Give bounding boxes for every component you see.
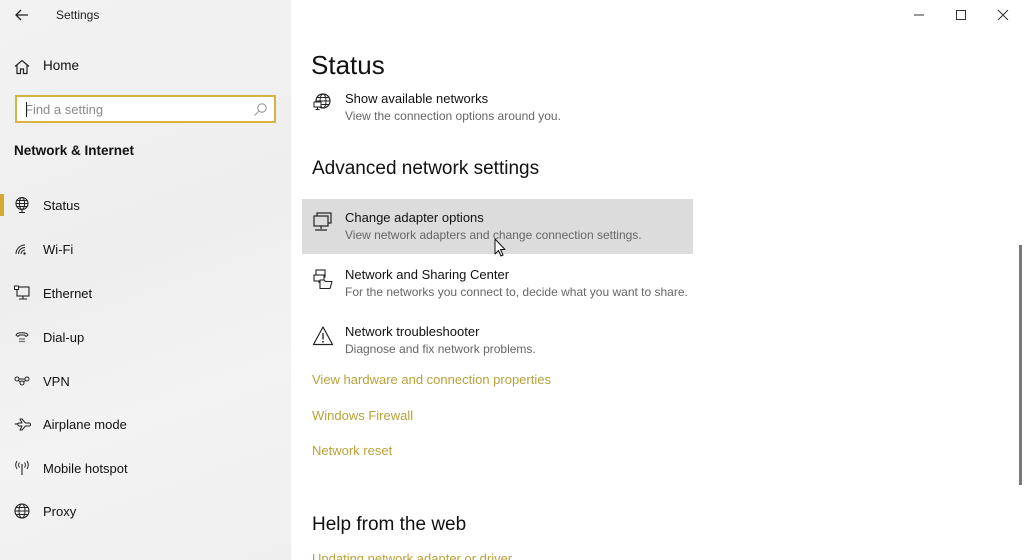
sidebar-item-ethernet[interactable]: Ethernet xyxy=(0,280,291,316)
sidebar-item-label: Airplane mode xyxy=(43,417,127,432)
network-and-sharing-center[interactable]: Network and Sharing Center For the netwo… xyxy=(302,256,693,311)
minimize-button[interactable] xyxy=(898,0,940,30)
item-title: Network and Sharing Center xyxy=(345,267,510,282)
item-subtitle: View network adapters and change connect… xyxy=(345,228,642,242)
search-icon[interactable] xyxy=(253,102,268,117)
selected-indicator xyxy=(0,194,4,216)
window-controls xyxy=(898,0,1024,30)
page-title: Status xyxy=(311,50,385,80)
sidebar-item-dialup[interactable]: Dial-up xyxy=(0,324,291,360)
main-content: Status Show available networks View the … xyxy=(291,0,1024,560)
airplane-icon xyxy=(14,418,31,431)
network-troubleshooter[interactable]: Network troubleshooter Diagnose and fix … xyxy=(302,313,693,368)
wifi-icon xyxy=(15,244,26,255)
item-subtitle: For the networks you connect to, decide … xyxy=(345,285,688,299)
sidebar: Settings Home Network & Internet Status xyxy=(0,0,291,560)
network-reset-link[interactable]: Network reset xyxy=(312,443,392,458)
item-subtitle: View the connection options around you. xyxy=(345,109,561,123)
titlebar-left: Settings xyxy=(0,0,291,30)
ethernet-icon xyxy=(14,285,30,300)
sidebar-item-label: Proxy xyxy=(43,504,77,519)
back-arrow-icon xyxy=(15,9,28,21)
sidebar-item-label: Wi-Fi xyxy=(43,242,74,257)
help-link-update-adapter[interactable]: Updating network adapter or driver xyxy=(312,551,512,560)
home-icon xyxy=(14,59,30,75)
close-button[interactable] xyxy=(982,0,1024,30)
status-globe-icon xyxy=(15,196,29,214)
item-subtitle: Diagnose and fix network problems. xyxy=(345,342,536,356)
warning-icon xyxy=(312,326,334,346)
close-icon xyxy=(997,9,1009,21)
sidebar-item-mobile-hotspot[interactable]: Mobile hotspot xyxy=(0,455,291,491)
sidebar-item-wifi[interactable]: Wi-Fi xyxy=(0,236,291,272)
advanced-network-settings-heading: Advanced network settings xyxy=(312,158,540,179)
windows-firewall-link[interactable]: Windows Firewall xyxy=(312,408,413,423)
change-adapter-options[interactable]: Change adapter options View network adap… xyxy=(302,199,693,254)
sidebar-item-label: Ethernet xyxy=(43,286,93,301)
item-title: Network troubleshooter xyxy=(345,324,480,339)
app-title: Settings xyxy=(56,8,100,22)
sharing-center-icon xyxy=(313,269,333,290)
hotspot-icon xyxy=(15,460,29,475)
maximize-icon xyxy=(956,10,966,20)
globe-icon xyxy=(14,503,30,519)
sidebar-item-airplane-mode[interactable]: Airplane mode xyxy=(0,411,291,447)
sidebar-item-status[interactable]: Status xyxy=(0,192,291,228)
show-available-networks[interactable]: Show available networks View the connect… xyxy=(302,80,693,135)
help-from-web-heading: Help from the web xyxy=(312,514,467,535)
sidebar-item-label: VPN xyxy=(43,374,70,389)
back-button[interactable] xyxy=(8,3,36,27)
section-title: Network & Internet xyxy=(14,143,135,158)
search-input[interactable] xyxy=(17,97,237,121)
text-caret xyxy=(26,102,27,117)
sidebar-item-label: Status xyxy=(43,198,80,213)
sidebar-item-home[interactable]: Home xyxy=(0,52,291,80)
adapter-icon xyxy=(313,212,332,231)
vertical-scrollbar[interactable] xyxy=(1019,245,1022,485)
item-title: Change adapter options xyxy=(345,210,484,225)
home-label: Home xyxy=(43,58,80,73)
sidebar-item-vpn[interactable]: VPN xyxy=(0,368,291,404)
vpn-icon xyxy=(14,376,30,386)
sidebar-item-label: Dial-up xyxy=(43,330,85,345)
maximize-button[interactable] xyxy=(940,0,982,30)
view-hardware-link[interactable]: View hardware and connection properties xyxy=(312,372,551,387)
item-title: Show available networks xyxy=(345,91,489,106)
network-globe-icon xyxy=(313,93,331,110)
sidebar-item-proxy[interactable]: Proxy xyxy=(0,498,291,534)
dialup-icon xyxy=(15,332,29,343)
minimize-icon xyxy=(914,14,924,16)
sidebar-item-label: Mobile hotspot xyxy=(43,461,128,476)
search-box[interactable] xyxy=(15,95,276,123)
